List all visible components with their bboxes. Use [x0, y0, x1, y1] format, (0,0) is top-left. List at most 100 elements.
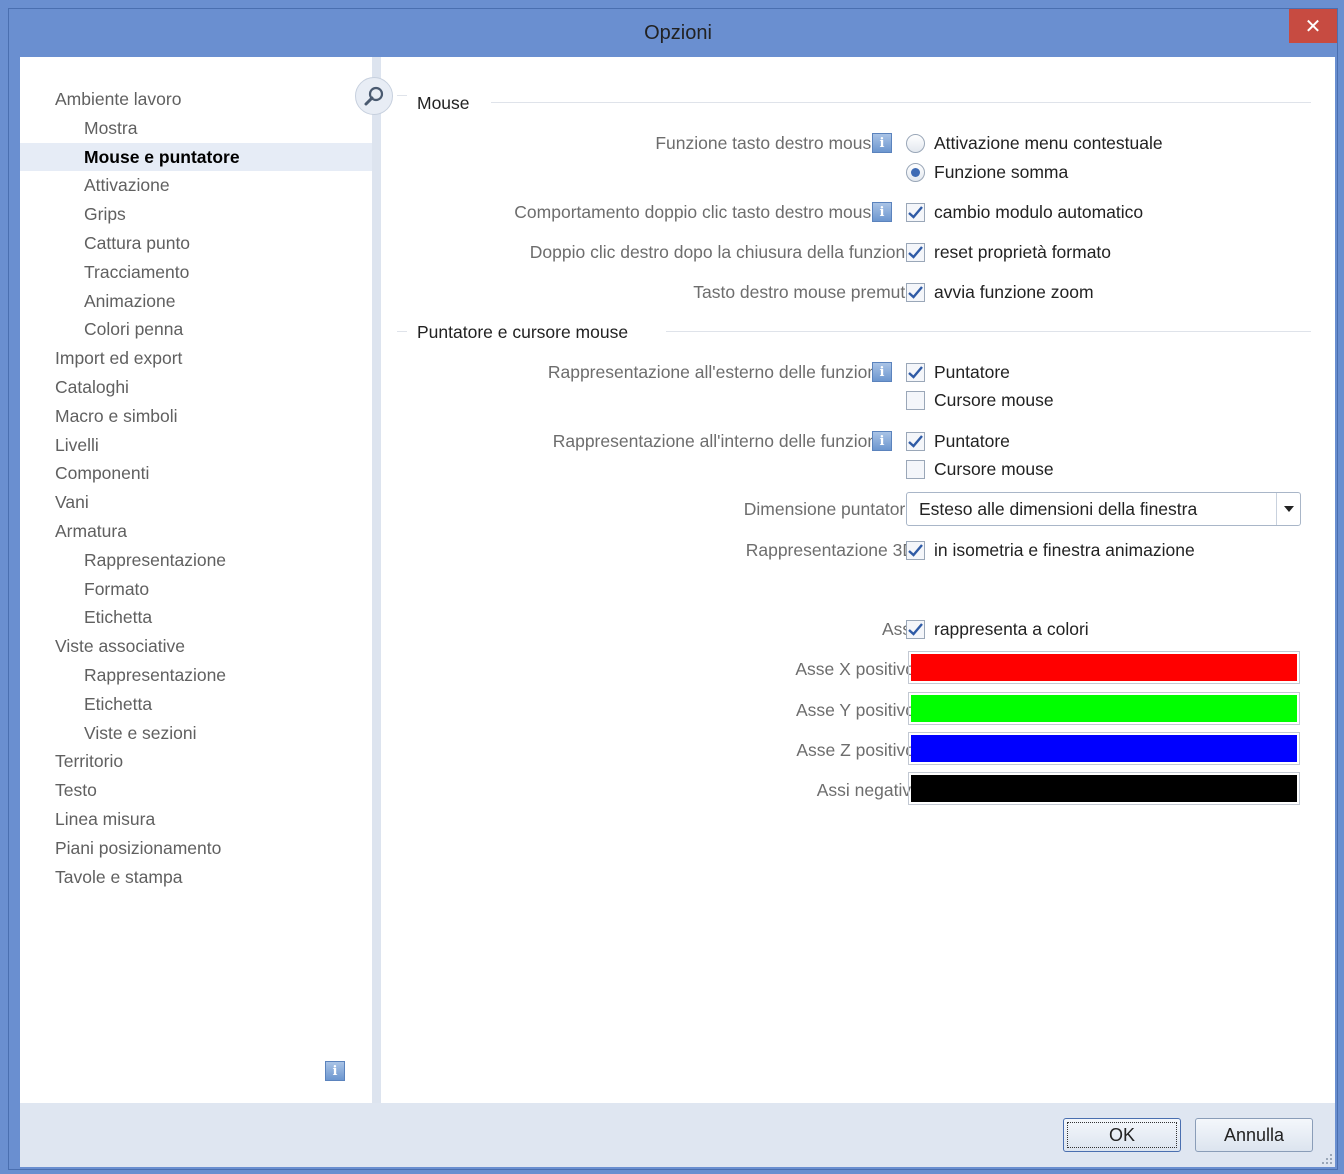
- checkbox-label: Puntatore: [934, 430, 1010, 451]
- group-divider: [397, 331, 407, 332]
- nav-item[interactable]: Linea misura: [20, 805, 372, 834]
- nav-item[interactable]: Rappresentazione: [20, 546, 372, 575]
- close-button[interactable]: ✕: [1289, 9, 1337, 43]
- resize-grip-icon[interactable]: [1321, 1153, 1333, 1165]
- nav-item[interactable]: Etichetta: [20, 603, 372, 632]
- nav-item[interactable]: Piani posizionamento: [20, 834, 372, 863]
- checkbox-label: Cursore mouse: [934, 389, 1054, 410]
- checkbox-label: Cursore mouse: [934, 458, 1054, 479]
- radio-button[interactable]: [906, 162, 925, 182]
- title-bar[interactable]: Opzioni ✕: [9, 9, 1337, 57]
- checkbox-zoom[interactable]: avvia funzione zoom: [906, 280, 1094, 304]
- radio-label: Attivazione menu contestuale: [934, 132, 1163, 153]
- nav-item[interactable]: Grips: [20, 200, 372, 229]
- checkbox-inside-cursor[interactable]: Cursore mouse: [906, 457, 1054, 481]
- select-value: Esteso alle dimensioni della finestra: [919, 498, 1198, 519]
- checkbox[interactable]: [906, 242, 925, 262]
- radio-sum-function[interactable]: Funzione somma: [906, 160, 1068, 184]
- nav-item[interactable]: Macro e simboli: [20, 402, 372, 431]
- info-icon[interactable]: i: [872, 202, 892, 222]
- nav-item[interactable]: Viste e sezioni: [20, 719, 372, 748]
- options-tree: Ambiente lavoro Mostra Mouse e puntatore At…: [20, 57, 372, 1103]
- ok-button[interactable]: OK: [1063, 1118, 1181, 1152]
- nav-item[interactable]: Formato: [20, 575, 372, 604]
- settings-panel: Mouse Funzione tasto destro mouse i Atti…: [381, 57, 1335, 1103]
- checkbox[interactable]: [906, 362, 925, 382]
- nav-item[interactable]: Attivazione: [20, 171, 372, 200]
- info-icon[interactable]: i: [325, 1061, 345, 1081]
- nav-item[interactable]: Tavole e stampa: [20, 863, 372, 892]
- nav-item[interactable]: Viste associative: [20, 632, 372, 661]
- nav-item[interactable]: Armatura: [20, 517, 372, 546]
- nav-item[interactable]: Testo: [20, 776, 372, 805]
- nav-item[interactable]: Rappresentazione: [20, 661, 372, 690]
- nav-item[interactable]: Etichetta: [20, 690, 372, 719]
- axis-y-color[interactable]: [908, 692, 1300, 725]
- group-header-mouse: Mouse: [417, 92, 470, 113]
- checkbox-isometry[interactable]: in isometria e finestra animazione: [906, 538, 1195, 562]
- info-icon[interactable]: i: [872, 362, 892, 382]
- axis-z-color[interactable]: [908, 732, 1300, 765]
- nav-item[interactable]: Import ed export: [20, 344, 372, 373]
- checkbox[interactable]: [906, 540, 925, 560]
- group-divider: [491, 102, 1311, 103]
- axis-y-label: Asse Y positivo: [795, 700, 915, 720]
- nav-item[interactable]: Cattura punto: [20, 229, 372, 258]
- cancel-button[interactable]: Annulla: [1195, 1118, 1313, 1152]
- nav-item[interactable]: Tracciamento: [20, 258, 372, 287]
- checkbox[interactable]: [906, 282, 925, 302]
- checkbox-reset-format[interactable]: reset proprietà formato: [906, 240, 1111, 264]
- nav-item[interactable]: Cataloghi: [20, 373, 372, 402]
- nav-item[interactable]: Ambiente lavoro: [20, 85, 372, 114]
- checkbox-label: avvia funzione zoom: [934, 281, 1094, 302]
- chevron-down-icon[interactable]: [1276, 493, 1300, 525]
- checkbox[interactable]: [906, 390, 925, 410]
- group-divider: [397, 95, 407, 96]
- nav-item[interactable]: Mouse e puntatore: [20, 142, 372, 172]
- checkbox-label: Puntatore: [934, 361, 1010, 382]
- dialog-body: Ambiente lavoro Mostra Mouse e puntatore At…: [20, 57, 1335, 1103]
- radio-context-menu[interactable]: Attivazione menu contestuale: [906, 131, 1163, 155]
- info-icon[interactable]: i: [872, 431, 892, 451]
- axis-z-label: Asse Z positivo: [796, 740, 915, 760]
- checkbox[interactable]: [906, 619, 925, 639]
- nav-item[interactable]: Componenti: [20, 459, 372, 488]
- focus-rect: [1067, 1122, 1177, 1148]
- checkbox-label: reset proprietà formato: [934, 241, 1112, 262]
- window-title: Opzioni: [644, 21, 712, 44]
- panel-splitter[interactable]: [372, 57, 381, 1103]
- checkbox-auto-module[interactable]: cambio modulo automatico: [906, 200, 1143, 224]
- nav-item[interactable]: Livelli: [20, 431, 372, 460]
- radio-button[interactable]: [906, 133, 925, 153]
- nav-item[interactable]: Animazione: [20, 287, 372, 316]
- info-icon[interactable]: i: [872, 133, 892, 153]
- checkbox[interactable]: [906, 202, 925, 222]
- checkbox-label: in isometria e finestra animazione: [934, 539, 1195, 560]
- cancel-label: Annulla: [1223, 1124, 1285, 1145]
- axis-neg-label: Assi negativi: [816, 780, 915, 800]
- nav-item[interactable]: Vani: [20, 488, 372, 517]
- axis-x-color[interactable]: [908, 651, 1300, 684]
- repr-3d-label: Rappresentazione 3D: [745, 540, 915, 560]
- right-pressed-label: Tasto destro mouse premuto: [693, 282, 915, 302]
- right-function-label: Funzione tasto destro mouse: [655, 133, 881, 153]
- nav-item[interactable]: Mostra: [20, 114, 372, 143]
- options-dialog: Opzioni ✕ Ambiente lavoro Mostra Mouse e p…: [8, 8, 1338, 1170]
- outside-label: Rappresentazione all'esterno delle funzi…: [547, 362, 881, 382]
- axis-neg-color[interactable]: [908, 772, 1300, 805]
- double-click-after-label: Doppio clic destro dopo la chiusura dell…: [529, 242, 915, 262]
- checkbox[interactable]: [906, 431, 925, 451]
- nav-item[interactable]: Territorio: [20, 747, 372, 776]
- checkbox-outside-cursor[interactable]: Cursore mouse: [906, 388, 1054, 412]
- double-click-label: Comportamento doppio clic tasto destro m…: [514, 202, 881, 222]
- checkbox-label: cambio modulo automatico: [934, 201, 1144, 222]
- dialog-footer: OK Annulla: [20, 1103, 1335, 1167]
- pointer-size-select[interactable]: Esteso alle dimensioni della finestra: [906, 492, 1301, 526]
- checkbox-outside-pointer[interactable]: Puntatore: [906, 360, 1010, 384]
- nav-item[interactable]: Colori penna: [20, 315, 372, 344]
- checkbox-label: rappresenta a colori: [934, 618, 1089, 639]
- checkbox-axes-color[interactable]: rappresenta a colori: [906, 617, 1089, 641]
- inside-label: Rappresentazione all'interno delle funzi…: [552, 431, 881, 451]
- checkbox-inside-pointer[interactable]: Puntatore: [906, 429, 1010, 453]
- checkbox[interactable]: [906, 459, 925, 479]
